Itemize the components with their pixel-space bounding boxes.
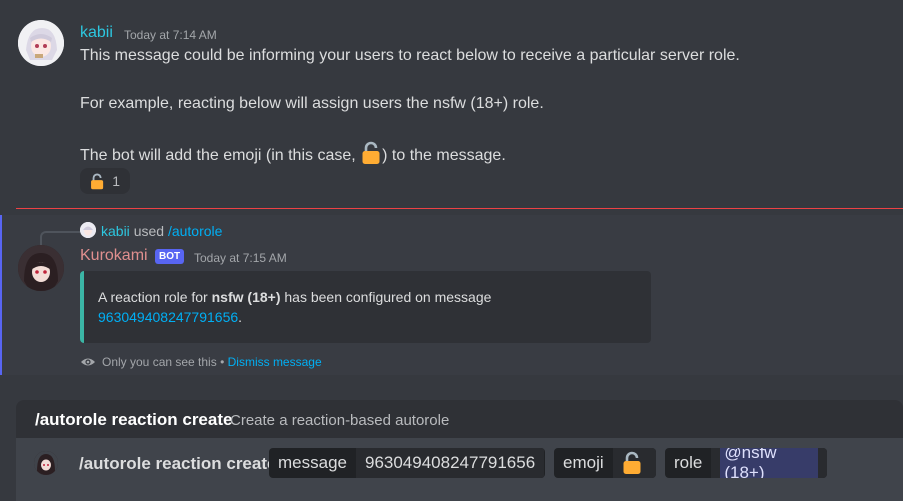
input-command-name: /autorole reaction create <box>79 454 277 473</box>
role-mention[interactable]: @nsfw (18+) <box>720 448 818 478</box>
option-emoji[interactable]: emoji <box>554 448 656 478</box>
kabii-author-name[interactable]: kabii <box>80 24 113 42</box>
reaction-count: 1 <box>112 173 120 189</box>
kurokami-avatar[interactable] <box>18 245 64 291</box>
ephemeral-text: Only you can see this <box>102 355 217 369</box>
message2-timestamp: Today at 7:15 AM <box>194 251 287 265</box>
embed-text-prefix: A reaction role for <box>98 289 212 305</box>
ephemeral-separator: • <box>216 355 228 369</box>
option-role-key: role <box>674 453 703 472</box>
reaction-button[interactable]: 1 <box>80 168 130 194</box>
option-role[interactable]: role @nsfw (18+) <box>665 448 827 478</box>
new-messages-divider <box>16 208 903 209</box>
embed-text-end: . <box>238 309 243 325</box>
option-message-value[interactable]: 963049408247791656 <box>355 448 545 478</box>
reply-username[interactable]: kabii <box>101 223 130 239</box>
option-message[interactable]: message 963049408247791656 <box>269 448 545 478</box>
open-lock-icon <box>622 451 642 475</box>
embed-role-name: nsfw (18+) <box>211 289 281 305</box>
reply-connector <box>40 231 80 245</box>
kurokami-author-name[interactable]: Kurokami <box>80 247 148 265</box>
reply-command[interactable]: /autorole <box>168 223 222 239</box>
embed-text-middle: has been configured on message <box>280 289 492 305</box>
eye-icon <box>81 358 95 366</box>
message1-line3-suffix: ) to the message. <box>382 147 506 164</box>
reply-line: kabii used /autorole <box>101 223 222 239</box>
option-role-value[interactable]: @nsfw (18+) <box>711 448 827 478</box>
suggestion-command: /autorole reaction create <box>35 410 233 429</box>
dismiss-message-link[interactable]: Dismiss message <box>228 355 322 369</box>
reply-avatar <box>80 222 96 238</box>
message1-line3: The bot will add the emoji (in this case… <box>80 141 506 167</box>
message1-line2: For example, reacting below will assign … <box>80 95 544 112</box>
command-suggestion[interactable]: /autorole reaction create Create a react… <box>16 400 903 438</box>
embed: A reaction role for nsfw (18+) has been … <box>80 271 651 343</box>
embed-message-id-link[interactable]: 963049408247791656 <box>98 309 238 325</box>
message1-line1: This message could be informing your use… <box>80 47 740 64</box>
message1-timestamp: Today at 7:14 AM <box>124 28 217 42</box>
suggestion-description: Create a reaction-based autorole <box>230 412 450 429</box>
open-lock-icon <box>361 141 381 165</box>
kabii-avatar[interactable] <box>18 20 64 66</box>
message1-line3-prefix: The bot will add the emoji (in this case… <box>80 147 361 164</box>
command-bot-avatar <box>34 451 58 475</box>
command-input-bar[interactable]: /autorole reaction create message 963049… <box>16 438 903 501</box>
ephemeral-notice: Only you can see this • Dismiss message <box>80 355 322 369</box>
option-emoji-key: emoji <box>563 453 604 472</box>
highlight-bar <box>0 215 2 375</box>
option-message-key: message <box>278 453 347 472</box>
open-lock-icon <box>90 172 104 191</box>
reply-verb: used <box>133 223 165 239</box>
bot-badge: BOT <box>155 249 185 264</box>
option-emoji-value[interactable] <box>612 448 656 478</box>
